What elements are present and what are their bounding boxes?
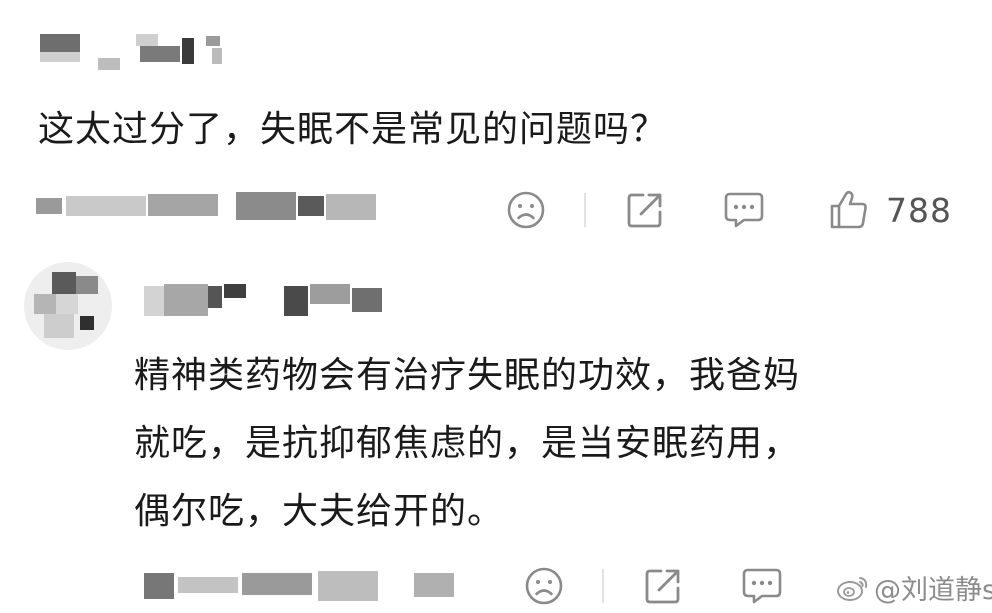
divider — [584, 193, 586, 227]
divider — [602, 569, 604, 603]
weibo-logo-icon — [837, 576, 868, 601]
comment-text-line: 就吃，是抗抑郁焦虑的，是当安眠药用， — [134, 423, 801, 464]
dislike-button[interactable] — [506, 184, 546, 236]
comment-meta-obscured — [36, 186, 396, 226]
like-count: 788 — [886, 190, 952, 230]
comment-icon — [742, 568, 782, 604]
sad-face-icon — [525, 567, 563, 605]
like-button[interactable]: 788 — [828, 184, 952, 236]
comment-meta-obscured — [134, 563, 474, 607]
comment-text-line: 精神类药物会有治疗失眠的功效，我爸妈 — [134, 355, 801, 396]
reply-button[interactable] — [722, 184, 766, 236]
dislike-button[interactable] — [524, 560, 564, 612]
sad-face-icon — [507, 191, 545, 229]
comment-text: 精神类药物会有治疗失眠的功效，我爸妈 就吃，是抗抑郁焦虑的，是当安眠药用， 偶尔… — [134, 342, 964, 546]
share-icon — [627, 193, 662, 228]
comment-text: 这太过分了，失眠不是常见的问题吗？ — [38, 109, 668, 150]
thumbs-up-icon — [830, 190, 867, 229]
share-button[interactable] — [624, 184, 666, 236]
comment-author-obscured — [134, 280, 394, 322]
comment-action-bar — [524, 560, 784, 612]
comment-action-bar: 788 — [506, 184, 952, 236]
reply-button[interactable] — [740, 560, 784, 612]
comment-text-line: 偶尔吃，大夫给开的。 — [134, 491, 505, 532]
comment-icon — [724, 192, 764, 228]
share-icon — [645, 569, 680, 604]
watermark: @刘道静ssr — [836, 568, 992, 607]
watermark-text: @刘道静ssr — [874, 575, 992, 606]
comment-author-obscured — [40, 28, 240, 72]
avatar[interactable] — [24, 262, 112, 350]
share-button[interactable] — [642, 560, 684, 612]
